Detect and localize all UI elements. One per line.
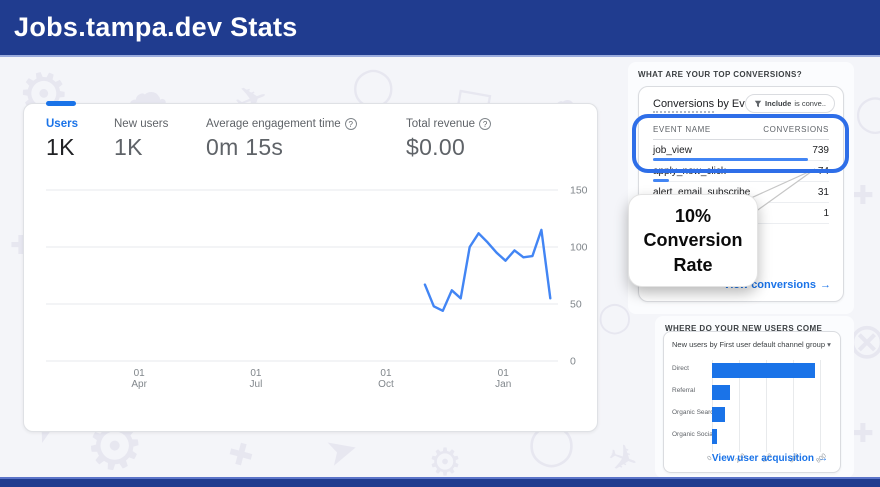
bar[interactable] [712,407,725,422]
arrow-right-icon: → [820,279,831,291]
metric-users: Users 1K [46,118,78,161]
bar-row: Referral [670,382,838,404]
help-icon[interactable]: ? [345,118,357,130]
bar[interactable] [712,385,730,400]
bar-label: Direct [672,365,689,372]
x-tick-label: Jan [495,379,511,390]
metric-value-engagement: 0m 15s [206,134,357,161]
pattern-doodle-icon: ➤ [321,425,363,477]
users-line-chart: 05010015001Apr01Jul01Oct01Jan [46,182,596,394]
page-title: Jobs.tampa.dev Stats [0,12,298,43]
y-tick-label: 100 [570,242,588,254]
x-tick-label: 01 [498,368,510,379]
view-user-acquisition-link[interactable]: View user acquisition→ [712,453,828,464]
metric-value-revenue: $0.00 [406,134,491,161]
bar[interactable] [712,363,815,378]
arrow-right-icon: → [818,453,828,464]
bar[interactable] [712,429,717,444]
acquisition-card: New users by First user default channel … [663,331,841,473]
dimension-name[interactable]: Conversions [653,98,714,113]
x-tick-label: 01 [134,368,146,379]
filter-pill[interactable]: Include is conve.. [745,94,835,113]
metric-revenue: Total revenue ? $0.00 [406,118,491,161]
caret-down-icon: ▾ [827,340,831,349]
callout-line: 10% [675,204,711,228]
annotation-highlight-box [632,114,849,173]
x-tick-label: Oct [378,379,394,390]
metric-tab-users[interactable]: Users [46,118,78,130]
x-tick-label: Apr [131,379,147,390]
bar-label: Organic Search [672,409,717,416]
x-tick-label: 01 [380,368,392,379]
y-tick-label: 0 [570,356,576,368]
x-tick-label: 01 [250,368,262,379]
slide: ⚙☁✈◯▭☁➤⚙✚➤⚙◯✈◯✚⊗✚◯✚◯ Jobs.tampa.dev Stat… [0,0,880,487]
bar-label: Referral [672,387,695,394]
metric-new-users: New users 1K [114,118,168,161]
x-tick-label: Jul [250,379,263,390]
metric-tab-engagement[interactable]: Average engagement time ? [206,118,357,130]
y-tick-label: 50 [570,299,582,311]
help-icon[interactable]: ? [479,118,491,130]
analytics-overview-card: Users 1K New users 1K Average engagement… [23,103,598,432]
metric-value-new-users: 1K [114,134,168,161]
bar-label: Organic Social [672,431,714,438]
active-tab-indicator [46,101,76,106]
metric-tab-new-users[interactable]: New users [114,118,168,130]
pattern-doodle-icon: ◯ [598,300,632,335]
metric-engagement: Average engagement time ? 0m 15s [206,118,357,161]
callout-line: Conversion [643,228,742,252]
bar-row: Organic Search [670,404,838,426]
acquisition-card-title[interactable]: New users by First user default channel … [664,332,840,349]
filter-icon [754,100,762,108]
callout-bubble: 10% Conversion Rate [628,194,758,287]
pattern-doodle-icon: ✚ [852,180,874,211]
slide-header: Jobs.tampa.dev Stats [0,0,880,57]
callout-line: Rate [673,253,712,277]
bar-row: Direct [670,360,838,382]
pattern-doodle-icon: ◯ [855,92,880,134]
bar-row: Organic Social [670,426,838,448]
metric-label: Total revenue [406,118,475,130]
acquisition-panel: WHERE DO YOUR NEW USERS COME FROM? New u… [655,316,854,478]
metric-value-users: 1K [46,134,78,161]
conversions-heading: WHAT ARE YOUR TOP CONVERSIONS? [628,62,854,79]
metric-tab-revenue[interactable]: Total revenue ? [406,118,491,130]
y-tick-label: 150 [570,185,588,197]
users-series-line [425,230,550,311]
line-chart-svg: 05010015001Apr01Jul01Oct01Jan [46,182,596,394]
pattern-doodle-icon: ✚ [224,435,257,475]
filter-pill-bold: Include [765,99,791,108]
filter-pill-rest: is conve.. [794,99,826,108]
pattern-doodle-icon: ✚ [852,418,874,449]
slide-footer [0,477,880,487]
metric-label: Average engagement time [206,118,341,130]
